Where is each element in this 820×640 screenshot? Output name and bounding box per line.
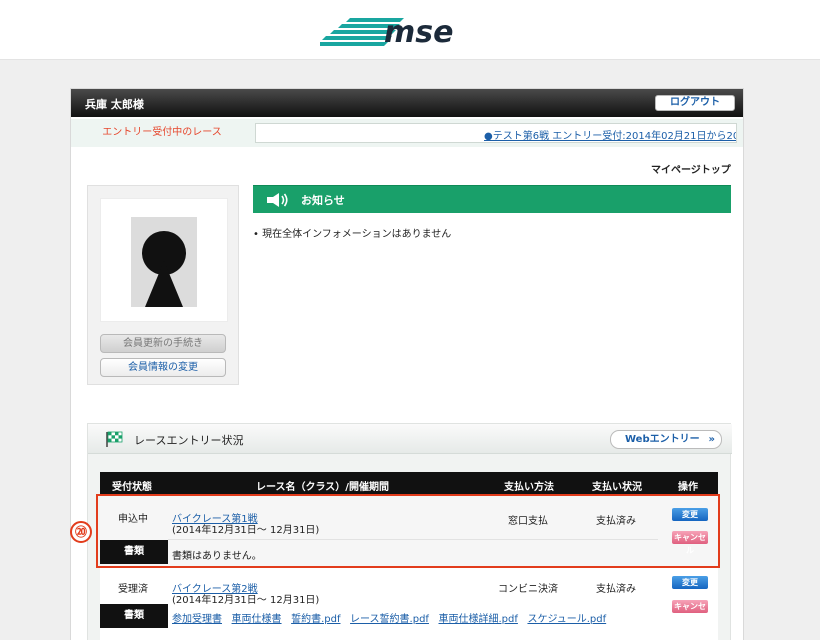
ticker-link[interactable]: ●テスト第6戦 エントリー受付:2014年02月21日から20 <box>484 127 736 142</box>
change-button[interactable]: 変更 <box>672 576 708 589</box>
doc-link[interactable]: 参加受理書 <box>172 614 222 625</box>
bullet-icon: • <box>253 229 263 240</box>
person-silhouette-icon <box>131 217 197 307</box>
entries-ticker: ●テスト第6戦 エントリー受付:2014年02月21日から20 <box>255 123 737 143</box>
web-entry-label: Webエントリー <box>625 434 700 445</box>
user-bar: 兵庫 太郎様 ログアウト <box>71 89 743 117</box>
notice-item-text: 現在全体インフォメーションはありません <box>262 229 452 240</box>
avatar <box>131 217 197 307</box>
annotation-highlight <box>96 494 720 568</box>
avatar-frame <box>100 198 228 322</box>
documents-links: 参加受理書 車両仕様書 誓約書.pdf レース誓約書.pdf 車両仕様詳細.pd… <box>172 610 606 625</box>
open-entries-bar: エントリー受付中のレース ●テスト第6戦 エントリー受付:2014年02月21日… <box>71 119 743 147</box>
cancel-button[interactable]: キャンセル <box>672 600 708 624</box>
col-header-race: レース名（クラス）/開催期間 <box>256 482 389 493</box>
web-entry-button[interactable]: Webエントリー » <box>610 430 722 449</box>
checkered-flag-icon <box>106 431 123 447</box>
megaphone-icon <box>267 193 288 207</box>
table-header: 受付状態 レース名（クラス）/開催期間 支払い方法 支払い状況 操作 <box>100 472 718 496</box>
doc-link[interactable]: 誓約書.pdf <box>291 614 340 625</box>
col-header-payment-method: 支払い方法 <box>504 482 554 493</box>
race-entry-header: レースエントリー状況 Webエントリー » <box>88 424 732 454</box>
notice-title: お知らせ <box>301 194 345 207</box>
annotation-badge: ⑳ <box>70 521 92 543</box>
col-header-payment-status: 支払い状況 <box>592 482 642 493</box>
user-name: 兵庫 太郎様 <box>85 98 144 111</box>
site-header: mse <box>0 0 820 60</box>
logo-text: mse <box>384 15 453 50</box>
notice-header: お知らせ <box>253 185 731 213</box>
doc-link[interactable]: 車両仕様詳細.pdf <box>439 614 518 625</box>
double-chevron-right-icon: » <box>708 434 715 445</box>
notice-item: • 現在全体インフォメーションはありません <box>253 225 451 240</box>
membership-renew-button[interactable]: 会員更新の手続き <box>100 334 226 353</box>
mse-logo[interactable]: mse <box>320 12 496 52</box>
profile-card: 会員更新の手続き 会員情報の変更 <box>87 185 239 385</box>
race-period: (2014年12月31日～ 12月31日) <box>172 595 320 606</box>
col-header-status: 受付状態 <box>112 482 152 493</box>
payment-method: コンビニ決済 <box>498 584 558 595</box>
open-entries-label: エントリー受付中のレース <box>102 127 222 138</box>
col-header-actions: 操作 <box>678 482 698 493</box>
race-entry-title: レースエントリー状況 <box>134 434 244 447</box>
doc-link[interactable]: レース誓約書.pdf <box>350 614 429 625</box>
documents-label: 書類 <box>100 604 168 628</box>
table-row: 受理済 バイクレース第2戦 (2014年12月31日～ 12月31日) コンビニ… <box>100 572 718 636</box>
mypage-top-link[interactable]: マイページトップ <box>651 161 731 176</box>
logout-button[interactable]: ログアウト <box>655 95 735 111</box>
doc-link[interactable]: スケジュール.pdf <box>527 614 606 625</box>
doc-link[interactable]: 車両仕様書 <box>232 614 282 625</box>
payment-status: 支払済み <box>596 584 636 595</box>
member-info-edit-button[interactable]: 会員情報の変更 <box>100 358 226 377</box>
entry-status: 受理済 <box>118 584 148 595</box>
